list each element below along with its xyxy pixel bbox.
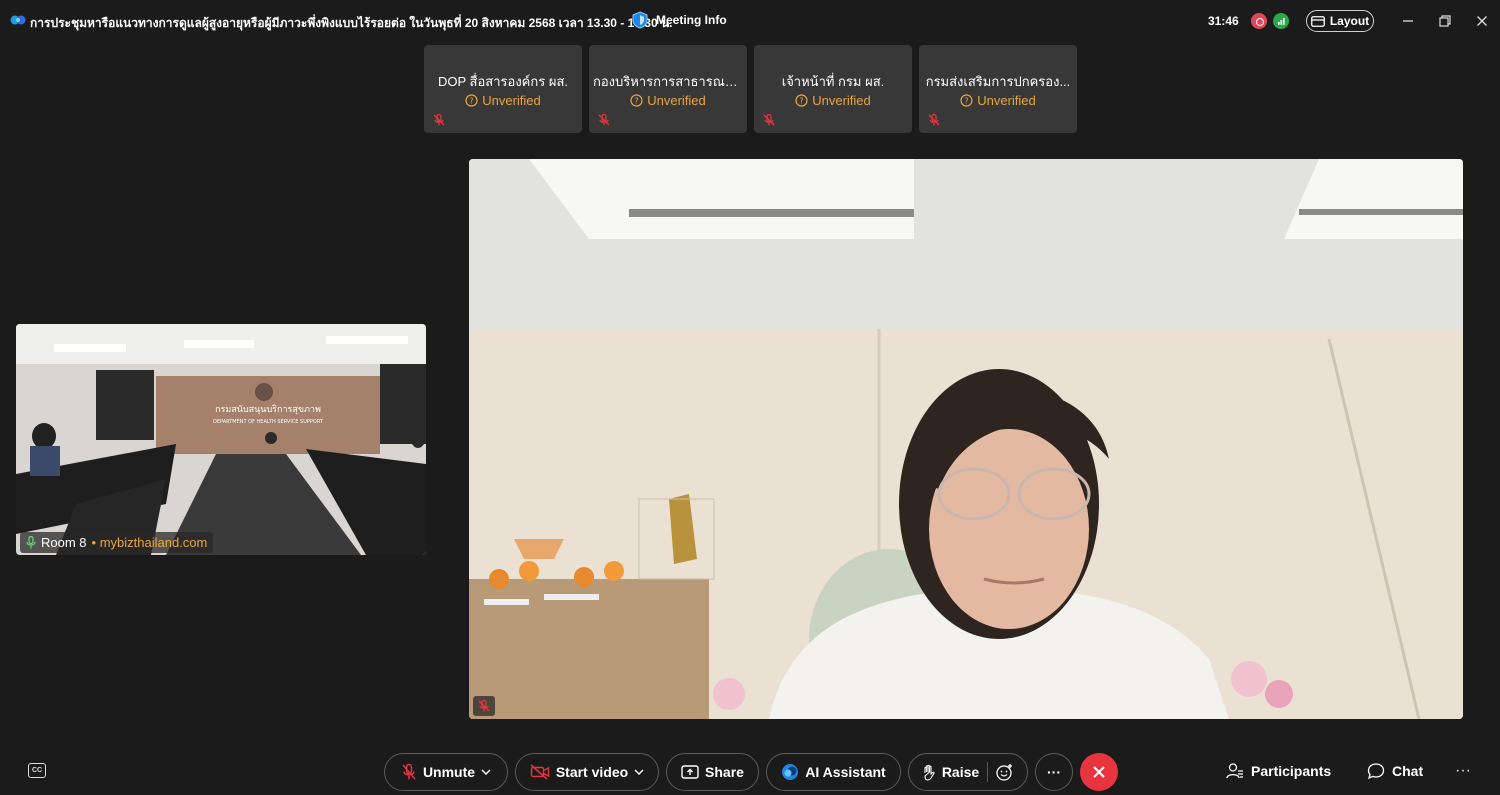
meeting-info-label: Meeting Info	[656, 13, 727, 27]
network-status-icon[interactable]	[1273, 13, 1289, 29]
watermark-url: mybizthailand.com	[99, 535, 208, 550]
svg-text:?: ?	[470, 97, 474, 106]
room-name: Room 8	[41, 535, 87, 550]
wall-sign-thai: กรมสนับสนุนบริการสุขภาพ	[215, 404, 321, 415]
unverified-badge: ? Unverified	[424, 93, 582, 108]
more-menu-icon[interactable]: ···	[1455, 762, 1471, 780]
room-video[interactable]: กรมสนับสนุนบริการสุขภาพ DEPARTMENT OF HE…	[16, 324, 426, 555]
chat-button[interactable]: Chat	[1367, 762, 1423, 780]
participants-label: Participants	[1251, 763, 1332, 779]
svg-text:?: ?	[965, 97, 969, 106]
ai-assistant-label: AI Assistant	[805, 764, 886, 780]
raise-label: Raise	[941, 764, 980, 780]
muted-mic-icon	[402, 763, 416, 780]
reactions-icon[interactable]	[996, 763, 1014, 781]
closed-captions-icon[interactable]: CC	[28, 763, 46, 778]
share-screen-icon	[681, 764, 699, 779]
unverified-label: Unverified	[812, 93, 871, 108]
muted-mic-icon	[763, 113, 775, 126]
meeting-timer: 31:46	[1208, 14, 1239, 28]
unmute-label: Unmute	[422, 764, 476, 780]
participant-name: DOP สื่อสารองค์กร ผส.	[438, 74, 568, 89]
unverified-badge: ? Unverified	[754, 93, 912, 108]
participant-name: กรมส่งเสริมการปกครอง...	[925, 74, 1071, 89]
muted-mic-icon	[598, 113, 610, 126]
share-button[interactable]: Share	[666, 753, 759, 791]
shield-icon	[632, 11, 648, 29]
warning-circle-icon: ?	[630, 94, 643, 107]
unverified-badge: ? Unverified	[589, 93, 747, 108]
svg-text:?: ?	[800, 97, 804, 106]
participants-button[interactable]: Participants	[1226, 762, 1331, 780]
chevron-down-icon[interactable]	[481, 768, 491, 776]
muted-mic-icon	[478, 699, 490, 712]
close-icon	[1477, 16, 1487, 26]
chat-icon	[1367, 763, 1385, 780]
unverified-label: Unverified	[977, 93, 1036, 108]
active-speaker-video[interactable]	[469, 159, 1463, 719]
title-bar: การประชุมหารือแนวทางการดูแลผู้สูงอายุหรื…	[0, 0, 1500, 42]
raise-hand-icon	[924, 764, 935, 781]
raise-hand-button[interactable]: Raise	[908, 753, 1028, 791]
ai-assistant-icon	[782, 764, 799, 780]
signal-bars-icon	[1278, 18, 1285, 25]
participant-tile[interactable]: กองบริหารการสาธารณสุ... ? Unverified	[589, 45, 747, 133]
muted-mic-icon	[928, 113, 940, 126]
close-window-button[interactable]	[1473, 12, 1491, 30]
wall-sign-english: DEPARTMENT OF HEALTH SERVICE SUPPORT	[213, 419, 324, 425]
video-off-icon	[530, 764, 550, 780]
restore-icon	[1439, 15, 1451, 27]
muted-mic-icon	[433, 113, 445, 126]
mic-icon	[26, 536, 36, 549]
conference-room-image: กรมสนับสนุนบริการสุขภาพ DEPARTMENT OF HE…	[16, 324, 426, 555]
svg-text:?: ?	[635, 97, 639, 106]
unmute-button[interactable]: Unmute	[384, 753, 508, 791]
divider	[987, 762, 989, 782]
layout-icon	[1310, 15, 1325, 27]
more-options-icon: ···	[1047, 764, 1061, 780]
participants-icon	[1226, 763, 1243, 779]
close-icon	[1093, 766, 1105, 778]
start-video-button[interactable]: Start video	[515, 753, 659, 791]
unverified-label: Unverified	[482, 93, 541, 108]
meeting-title: การประชุมหารือแนวทางการดูแลผู้สูงอายุหรื…	[30, 16, 673, 30]
start-video-label: Start video	[555, 764, 629, 780]
participant-tile[interactable]: กรมส่งเสริมการปกครอง... ? Unverified	[919, 45, 1077, 133]
ai-assistant-button[interactable]: AI Assistant	[766, 753, 901, 791]
layout-button[interactable]: Layout	[1306, 10, 1374, 32]
warning-circle-icon: ?	[465, 94, 478, 107]
chevron-down-icon[interactable]	[634, 768, 644, 776]
minimize-button[interactable]	[1399, 12, 1417, 30]
minimize-icon	[1403, 20, 1413, 22]
restore-button[interactable]	[1436, 12, 1454, 30]
webex-app-icon	[10, 15, 26, 25]
more-options-button[interactable]: ···	[1035, 753, 1073, 791]
recording-icon[interactable]	[1251, 13, 1267, 29]
layout-label: Layout	[1329, 14, 1370, 28]
participant-tile[interactable]: เจ้าหน้าที่ กรม ผส. ? Unverified	[754, 45, 912, 133]
warning-circle-icon: ?	[960, 94, 973, 107]
leave-meeting-button[interactable]	[1080, 753, 1118, 791]
participant-tile[interactable]: DOP สื่อสารองค์กร ผส. ? Unverified	[424, 45, 582, 133]
room-name-label: Room 8 • mybizthailand.com	[20, 532, 214, 553]
participant-name: กองบริหารการสาธารณสุ...	[593, 74, 744, 89]
speaker-image	[469, 159, 1463, 719]
watermark-text: • mybizthailand.com	[91, 535, 208, 550]
meeting-info-button[interactable]: Meeting Info	[632, 11, 727, 29]
participant-name: เจ้าหน้าที่ กรม ผส.	[781, 74, 885, 89]
chat-label: Chat	[1392, 763, 1424, 779]
unverified-badge: ? Unverified	[919, 93, 1077, 108]
share-label: Share	[705, 764, 744, 780]
speaker-muted-indicator	[473, 696, 495, 716]
warning-circle-icon: ?	[795, 94, 808, 107]
unverified-label: Unverified	[647, 93, 706, 108]
